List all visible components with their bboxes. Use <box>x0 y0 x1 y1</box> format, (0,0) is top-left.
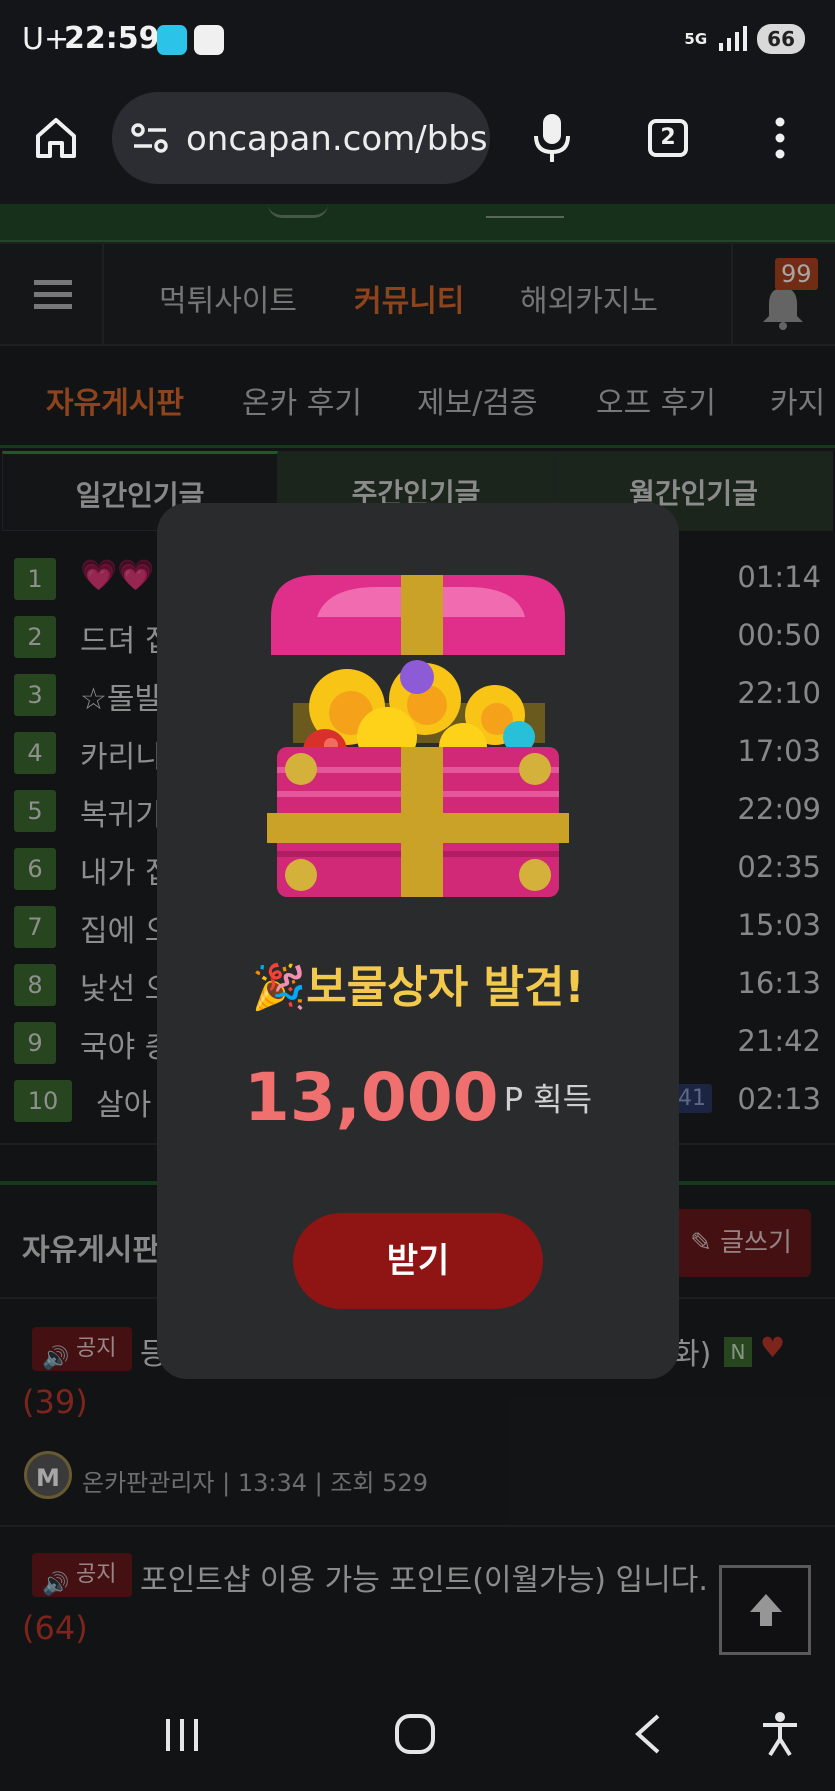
modal-title: 🎉보물상자 발견! <box>157 951 679 1015</box>
treasure-chest-modal: 🎉보물상자 발견! 13,000 P 획득 받기 <box>157 503 679 1379</box>
accessibility-icon[interactable] <box>760 1711 800 1757</box>
reward-amount: 13,000 <box>243 1059 499 1136</box>
maps-notification-icon <box>194 25 224 55</box>
home-icon[interactable] <box>34 116 78 160</box>
modal-title-text: 보물상자 발견! <box>306 962 585 1013</box>
treasure-chest-icon <box>267 575 569 897</box>
reward-line: 13,000 P 획득 <box>157 1059 679 1136</box>
home-button-icon[interactable] <box>394 1713 436 1755</box>
network-5g-icon: 5G <box>684 30 708 48</box>
recent-apps-icon[interactable] <box>162 1715 202 1755</box>
tab-switcher-button[interactable]: 2 <box>648 119 688 157</box>
carrier-label: U+ <box>22 22 70 57</box>
back-icon[interactable] <box>632 1713 664 1755</box>
reward-unit: P 획득 <box>503 1080 593 1119</box>
system-nav-bar <box>0 1679 835 1791</box>
party-popper-icon: 🎉 <box>251 962 307 1013</box>
address-bar[interactable]: oncapan.com/bbs <box>112 92 490 184</box>
signal-icon <box>719 26 748 51</box>
url-text: oncapan.com/bbs <box>186 119 488 159</box>
site-settings-icon[interactable] <box>130 120 170 156</box>
microphone-icon[interactable] <box>530 112 574 164</box>
more-options-icon[interactable] <box>768 116 792 160</box>
clock: 22:59 <box>64 21 160 56</box>
status-bar: U+ 22:59 5G 66 <box>0 0 835 82</box>
screen: U+ 22:59 5G 66 oncapan.com/bbs 2 먹튀사이트 커… <box>0 0 835 1791</box>
browser-toolbar: oncapan.com/bbs 2 <box>0 82 835 204</box>
claim-reward-button[interactable]: 받기 <box>293 1213 543 1309</box>
battery-indicator: 66 <box>757 24 805 54</box>
app-notification-icon <box>157 25 187 55</box>
